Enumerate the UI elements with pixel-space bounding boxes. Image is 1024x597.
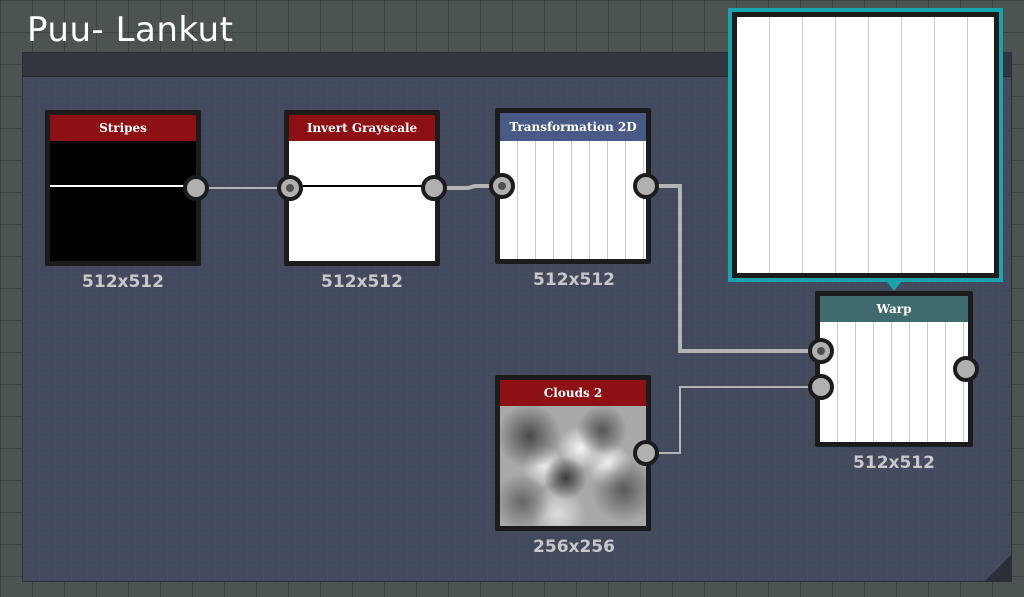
node-clouds-size: 256x256	[533, 537, 615, 557]
node-clouds-title: Clouds 2	[500, 380, 646, 406]
node-transform-thumbnail	[500, 141, 646, 259]
node-transformation-2d[interactable]: Transformation 2D	[495, 108, 651, 264]
node-invert-grayscale[interactable]: Invert Grayscale	[284, 110, 440, 266]
node-warp-output-port[interactable]	[953, 356, 979, 382]
node-invert-input-port[interactable]	[277, 175, 303, 201]
node-stripes-output-port[interactable]	[183, 175, 209, 201]
node-stripes-title: Stripes	[50, 115, 196, 141]
preview-pointer-arrow-icon	[887, 282, 901, 291]
node-invert-thumbnail	[289, 141, 435, 261]
node-clouds-thumbnail	[500, 406, 646, 526]
node-invert-title: Invert Grayscale	[289, 115, 435, 141]
node-transform-title: Transformation 2D	[500, 113, 646, 141]
node-stripes-thumbnail	[50, 141, 196, 261]
node-transform-size: 512x512	[533, 270, 615, 290]
node-stripes[interactable]: Stripes	[45, 110, 201, 266]
inverted-line	[289, 185, 435, 187]
node-invert-size: 512x512	[321, 272, 403, 292]
node-warp-input-port-1[interactable]	[808, 338, 834, 364]
node-clouds-2[interactable]: Clouds 2	[495, 375, 651, 531]
node-warp-thumbnail	[820, 322, 968, 442]
warp-preview-image	[737, 17, 994, 273]
node-stripes-size: 512x512	[82, 272, 164, 292]
node-clouds-output-port[interactable]	[633, 440, 659, 466]
node-transform-output-port[interactable]	[633, 173, 659, 199]
node-warp-input-port-2[interactable]	[808, 374, 834, 400]
wire-clouds-to-warp	[646, 386, 822, 454]
node-invert-output-port[interactable]	[421, 175, 447, 201]
node-warp[interactable]: Warp	[815, 291, 973, 447]
warp-preview-panel	[728, 8, 1003, 282]
stripe-line	[50, 185, 196, 187]
node-warp-size: 512x512	[853, 453, 935, 473]
node-warp-title: Warp	[820, 296, 968, 322]
node-transform-input-port[interactable]	[489, 173, 515, 199]
